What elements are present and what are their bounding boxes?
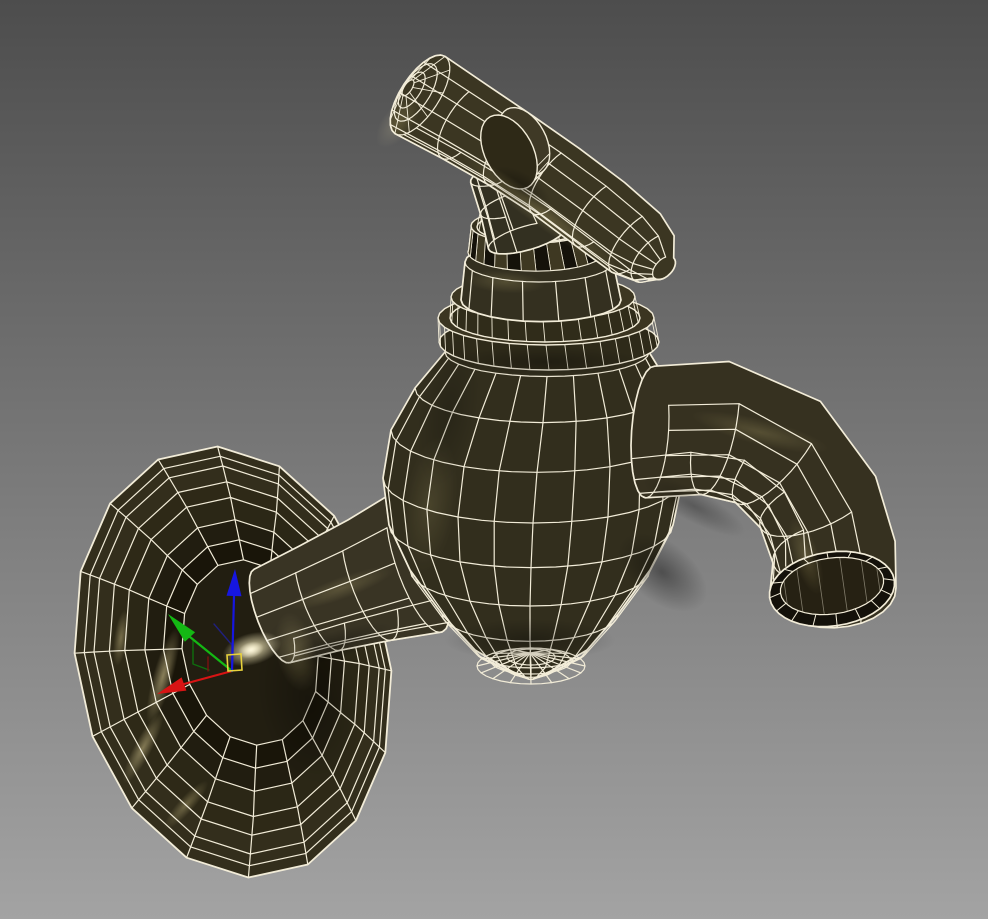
viewport-canvas[interactable] <box>0 0 988 919</box>
shadow-blob <box>445 618 615 662</box>
viewport-3d[interactable] <box>0 0 988 919</box>
